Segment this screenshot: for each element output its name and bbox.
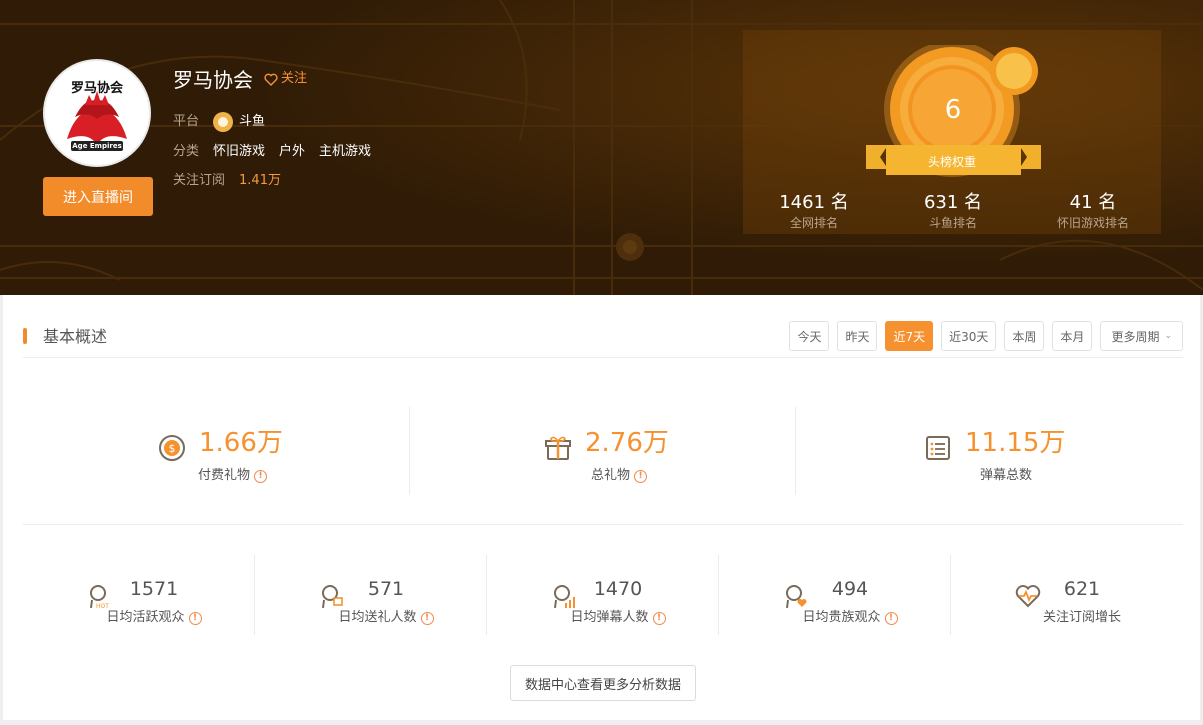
period-today[interactable]: 今天 bbox=[789, 321, 830, 351]
stat-label: 总礼物 bbox=[591, 468, 631, 483]
stat-paid-gifts: $ 1.66万 付费礼物 ! bbox=[23, 405, 409, 497]
category-row: 分类 怀旧游戏 户外 主机游戏 bbox=[173, 143, 385, 161]
avatar-title-text: 罗马协会 bbox=[70, 81, 123, 96]
svg-text:$: $ bbox=[169, 442, 176, 455]
section-divider bbox=[23, 357, 1183, 358]
douyu-logo-icon bbox=[213, 112, 234, 132]
rank-item-douyu: 631 名 斗鱼排名 bbox=[883, 191, 1023, 231]
info-icon[interactable]: ! bbox=[420, 611, 434, 625]
platform-value: 斗鱼 bbox=[239, 114, 266, 129]
chevron-down-icon: ⌄ bbox=[1164, 331, 1172, 341]
period-this-month[interactable]: 本月 bbox=[1052, 321, 1093, 351]
stat-label: 日均送礼人数 bbox=[338, 610, 417, 625]
info-icon[interactable]: ! bbox=[188, 611, 202, 625]
stat-label-row: 日均贵族观众 ! bbox=[719, 609, 951, 627]
stat-value: 494 bbox=[831, 578, 869, 600]
category-tag[interactable]: 户外 bbox=[279, 143, 305, 161]
stat-label-row: 日均活跃观众 ! bbox=[23, 609, 255, 627]
stat-value: 11.15万 bbox=[965, 428, 1066, 458]
section-title: 基本概述 bbox=[43, 327, 108, 346]
rank-label: 斗鱼排名 bbox=[928, 216, 977, 230]
stat-label: 关注订阅增长 bbox=[1042, 610, 1121, 625]
overview-card: 基本概述 今天 昨天 近7天 近30天 本周 本月 更多周期 ⌄ $ 1.66万… bbox=[3, 295, 1200, 720]
enter-live-room-button[interactable]: 进入直播间 bbox=[43, 177, 153, 216]
period-yesterday[interactable]: 昨天 bbox=[837, 321, 878, 351]
section-accent-bar bbox=[23, 328, 27, 344]
rank-label: 怀旧游戏排名 bbox=[1056, 216, 1129, 230]
stat-follow-growth: 621 关注订阅增长 bbox=[951, 555, 1183, 635]
stat-daily-active-viewers: HOT 1571 日均活跃观众 ! bbox=[23, 555, 255, 635]
info-icon[interactable]: ! bbox=[254, 469, 268, 483]
stat-daily-noble-viewers: 494 日均贵族观众 ! bbox=[719, 555, 951, 635]
fans-value: 1.41万 bbox=[239, 173, 281, 188]
stat-daily-danmaku-senders: 1470 日均弹幕人数 ! bbox=[487, 555, 719, 635]
rank-value: 631 名 bbox=[923, 192, 983, 213]
avatar-subtitle-text: Age Empires bbox=[72, 142, 122, 150]
heart-outline-icon bbox=[264, 73, 278, 86]
info-icon[interactable]: ! bbox=[652, 611, 666, 625]
period-last-7-days[interactable]: 近7天 bbox=[885, 321, 934, 351]
platform-label: 平台 bbox=[173, 114, 200, 129]
fans-row: 关注订阅 1.41万 bbox=[173, 172, 281, 190]
more-analysis-button[interactable]: 数据中心查看更多分析数据 bbox=[510, 665, 696, 701]
stat-total-danmaku: 11.15万 弹幕总数 bbox=[795, 405, 1181, 497]
info-icon[interactable]: ! bbox=[884, 611, 898, 625]
rank-value: 41 名 bbox=[1069, 192, 1117, 213]
stat-label: 日均活跃观众 bbox=[106, 610, 185, 625]
stat-daily-gift-senders: 571 日均送礼人数 ! bbox=[255, 555, 487, 635]
follow-label: 关注 bbox=[281, 71, 308, 86]
stat-value: 1571 bbox=[129, 578, 179, 600]
period-selector: 今天 昨天 近7天 近30天 本周 本月 更多周期 ⌄ bbox=[789, 321, 1183, 351]
rank-value: 1461 名 bbox=[779, 192, 849, 213]
platform-row: 平台 斗鱼 bbox=[173, 112, 265, 132]
rank-item-all: 1461 名 全网排名 bbox=[744, 191, 884, 231]
streamer-name: 罗马协会 bbox=[173, 68, 253, 92]
more-periods-label: 更多周期 bbox=[1111, 329, 1160, 344]
info-icon[interactable]: ! bbox=[634, 469, 648, 483]
rank-item-category: 41 名 怀旧游戏排名 bbox=[1023, 191, 1163, 231]
period-this-week[interactable]: 本周 bbox=[1004, 321, 1045, 351]
medal-value: 6 bbox=[944, 95, 962, 125]
stat-label-row: 关注订阅增长 bbox=[951, 609, 1183, 627]
stat-label: 日均贵族观众 bbox=[802, 610, 881, 625]
stat-label-row: 日均送礼人数 ! bbox=[255, 609, 487, 627]
coin-icon: $ bbox=[159, 435, 185, 461]
stat-label-row: 付费礼物 ! bbox=[198, 467, 268, 485]
follow-button[interactable]: 关注 bbox=[264, 70, 307, 88]
more-periods-dropdown[interactable]: 更多周期 ⌄ bbox=[1100, 321, 1183, 351]
stat-label-row: 弹幕总数 bbox=[980, 467, 1032, 485]
stat-value: 1.66万 bbox=[199, 428, 283, 458]
stat-label-row: 总礼物 ! bbox=[591, 467, 648, 485]
category-label: 分类 bbox=[173, 144, 200, 159]
stat-value: 1470 bbox=[593, 578, 643, 600]
period-last-30-days[interactable]: 近30天 bbox=[941, 321, 997, 351]
medal-label: 头榜权重 bbox=[927, 155, 976, 169]
list-icon bbox=[926, 436, 950, 460]
category-tag[interactable]: 主机游戏 bbox=[319, 143, 371, 161]
stat-value: 571 bbox=[367, 578, 405, 600]
category-tag[interactable]: 怀旧游戏 bbox=[213, 143, 265, 161]
stat-label: 弹幕总数 bbox=[980, 468, 1033, 483]
stat-label: 付费礼物 bbox=[198, 468, 251, 483]
stat-total-gifts: 2.76万 总礼物 ! bbox=[409, 405, 795, 497]
gift-icon bbox=[545, 436, 571, 460]
stat-label: 日均弹幕人数 bbox=[570, 610, 649, 625]
avatar[interactable]: 罗马协会 Age Empires bbox=[43, 59, 151, 167]
stat-value: 2.76万 bbox=[585, 428, 669, 458]
profile-header: 罗马协会 Age Empires 进入直播间 罗马协会 关注 平台 斗鱼 分类 … bbox=[0, 0, 1203, 295]
stat-value: 621 bbox=[1063, 578, 1101, 600]
rank-label: 全网排名 bbox=[789, 216, 838, 230]
stats-divider bbox=[23, 524, 1183, 525]
stat-label-row: 日均弹幕人数 ! bbox=[487, 609, 719, 627]
fans-label: 关注订阅 bbox=[173, 173, 226, 188]
